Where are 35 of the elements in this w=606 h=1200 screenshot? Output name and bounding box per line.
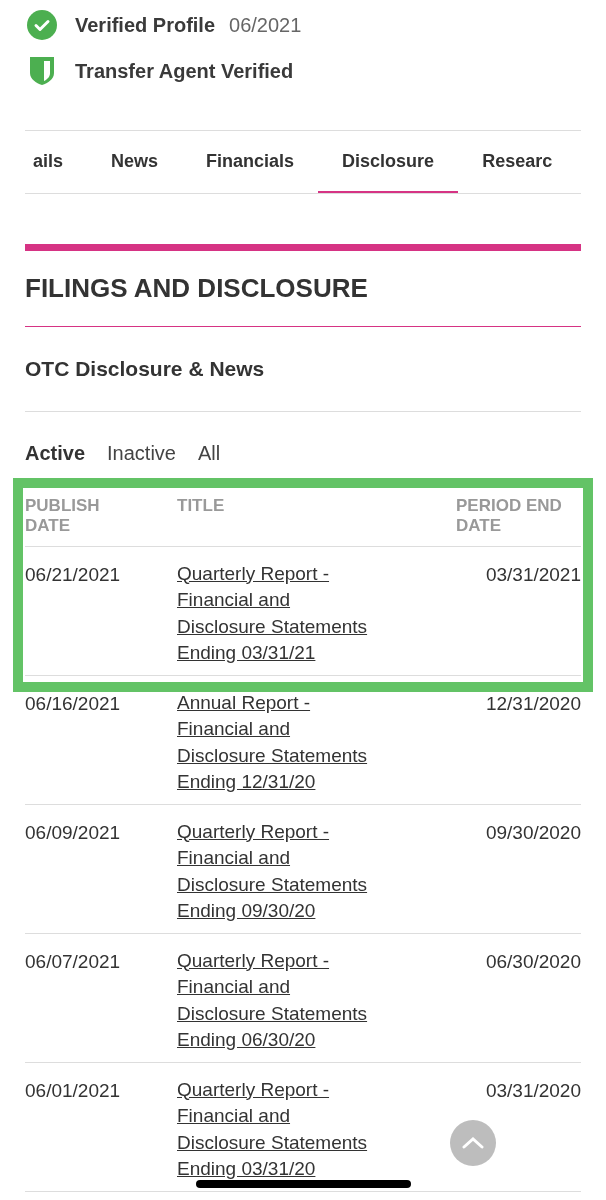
shield-icon: [29, 56, 55, 86]
tab[interactable]: News: [87, 131, 183, 193]
column-header: PERIOD END DATE: [456, 495, 563, 536]
filing-link[interactable]: Quarterly Report - Financial and Disclosure Statements Ending 03/31/21: [177, 560, 379, 663]
filing-link[interactable]: Annual Report - Financial and Disclosure Statements Ending 12/31/20: [177, 689, 379, 792]
chevron-up-icon: [462, 1137, 484, 1149]
tab[interactable]: ails: [25, 131, 88, 193]
table-cell-text: 03/31/2021: [485, 562, 581, 587]
filing-link[interactable]: Quarterly Report - Financial and Disclosure Statements Ending 03/31/20: [177, 1076, 379, 1179]
scroll-to-top-button[interactable]: [450, 1120, 496, 1166]
filing-link[interactable]: Quarterly Report - Financial and Disclosure Statements Ending 06/30/20: [177, 947, 379, 1050]
filter-tab[interactable]: Active: [25, 437, 86, 468]
tab[interactable]: Financials: [182, 131, 319, 193]
subsection-title: OTC Disclosure & News: [25, 327, 581, 412]
table-cell-text: 06/30/2020: [485, 949, 581, 974]
badge-date: 06/2021: [229, 13, 302, 38]
filter-tab[interactable]: All: [197, 437, 221, 468]
filing-link[interactable]: Quarterly Report - Financial and Disclosure Statements Ending 09/30/20: [177, 818, 379, 921]
filter-tab[interactable]: Inactive: [107, 437, 176, 468]
tab[interactable]: Disclosure: [318, 131, 459, 193]
table-cell-text: 06/21/2021: [25, 562, 122, 587]
table-cell-text: 03/31/2020: [485, 1078, 581, 1103]
badge-label: Transfer Agent Verified: [75, 59, 294, 84]
table-cell-text: 09/30/2020: [485, 820, 581, 845]
table-cell-text: 06/09/2021: [25, 820, 122, 845]
table-cell-text: 06/01/2021: [25, 1078, 122, 1103]
table-cell-text: 06/16/2021: [25, 691, 122, 716]
table-cell-text: 06/07/2021: [25, 949, 122, 974]
badge-label: Verified Profile: [75, 13, 216, 38]
section-title: FILINGS AND DISCLOSURE: [25, 269, 581, 327]
table-cell-text: 12/31/2020: [485, 691, 581, 716]
tab[interactable]: Researc: [458, 131, 577, 193]
check-circle-icon: [27, 10, 57, 40]
column-header: TITLE: [177, 495, 226, 517]
column-header: PUBLISH DATE: [25, 495, 101, 536]
